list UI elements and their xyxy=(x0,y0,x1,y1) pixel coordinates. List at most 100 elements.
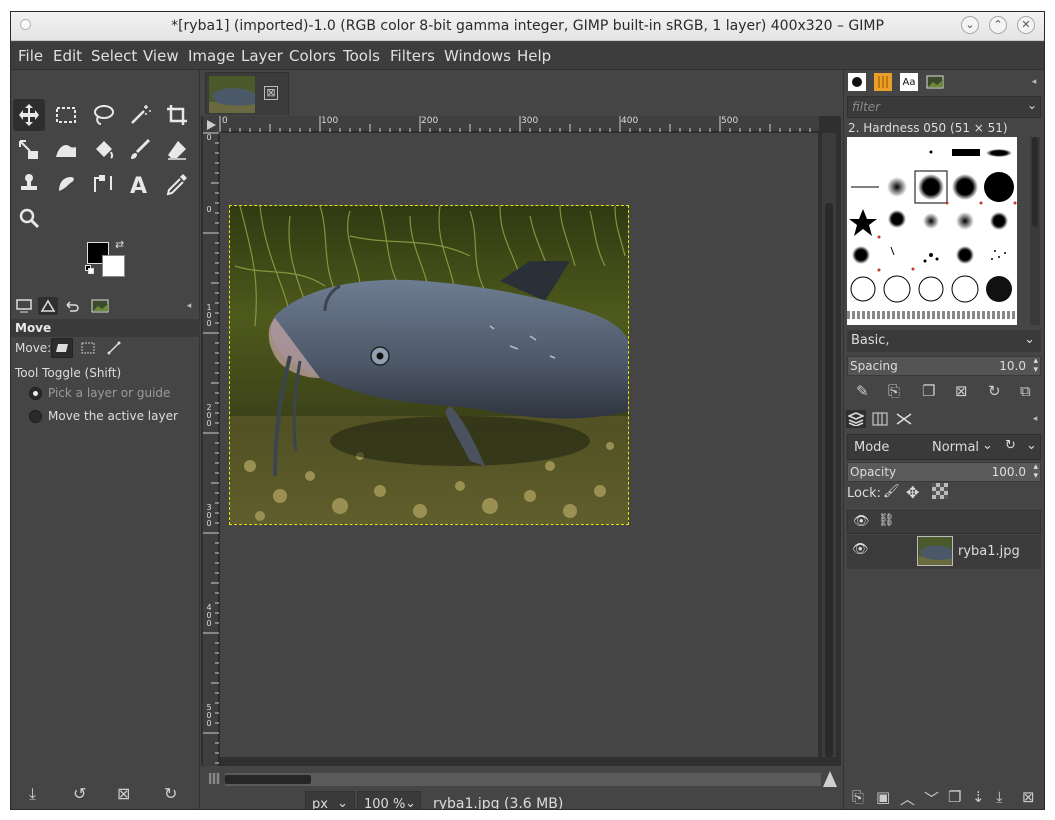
spin-arrows-icon[interactable]: ▴ ▾ xyxy=(1033,357,1038,375)
eraser-icon[interactable] xyxy=(161,134,193,166)
unified-transform-icon[interactable] xyxy=(13,134,45,166)
device-status-tab-icon[interactable] xyxy=(38,297,58,315)
spin-arrows-icon[interactable]: ▴ ▾ xyxy=(1033,463,1038,481)
paintbrush-icon[interactable] xyxy=(124,134,156,166)
text-tool-icon[interactable]: A xyxy=(124,168,156,200)
pick-layer-label[interactable]: Pick a layer or guide xyxy=(48,386,170,400)
undo-history-tab-icon[interactable] xyxy=(62,297,82,315)
brush-grid-scrollbar[interactable] xyxy=(1030,137,1040,325)
merge-layer-icon[interactable]: ⤓ xyxy=(996,788,1003,806)
brush-tag-select[interactable]: Basic, ⌄ xyxy=(847,330,1041,352)
new-layer-icon[interactable]: ⎘ xyxy=(852,788,864,806)
images-tab-icon[interactable] xyxy=(90,297,110,315)
open-brush-icon[interactable]: ⧉ xyxy=(1020,382,1031,400)
bucket-fill-icon[interactable] xyxy=(87,134,119,166)
reset-options-icon[interactable]: ↻ xyxy=(164,784,177,803)
menu-edit[interactable]: Edit xyxy=(53,47,82,65)
move-path-mode-icon[interactable] xyxy=(103,338,125,358)
vertical-ruler[interactable]: 0 0 1 0 0 2 0 0 3 0 0 4 0 0 5 0 0 xyxy=(203,132,219,766)
brushes-tab-icon[interactable] xyxy=(848,73,866,91)
rect-select-icon[interactable] xyxy=(50,99,82,131)
paths-tab-icon[interactable] xyxy=(894,410,914,428)
new-brush-icon[interactable]: ⎘ xyxy=(888,382,900,400)
raise-layer-icon[interactable]: ︿ xyxy=(900,788,915,809)
horizontal-ruler[interactable]: 0 100 200 300 400 500 xyxy=(219,116,819,132)
layer-mode-select[interactable]: Mode Normal ⌄ ↻ ⌄ xyxy=(847,434,1041,460)
layers-tab-icon[interactable] xyxy=(846,410,866,428)
minimize-button[interactable]: ⌄ xyxy=(961,16,979,34)
zoom-icon[interactable] xyxy=(13,202,45,234)
brush-filter-input[interactable]: filter xyxy=(847,96,1041,118)
navigate-icon[interactable] xyxy=(821,770,839,788)
background-color[interactable] xyxy=(102,255,125,277)
vertical-scrollbar[interactable] xyxy=(822,133,836,757)
reset-colors-icon[interactable] xyxy=(85,265,94,274)
configure-tab-icon[interactable]: ◂ xyxy=(1025,73,1043,91)
image-canvas[interactable] xyxy=(220,133,818,757)
anchor-layer-icon[interactable]: ⇣ xyxy=(972,788,985,806)
menu-help[interactable]: Help xyxy=(517,47,551,65)
close-image-icon[interactable]: ⊠ xyxy=(264,86,278,100)
spacing-slider[interactable]: Spacing 10.0 ▴ ▾ xyxy=(847,356,1041,376)
move-tool-icon[interactable] xyxy=(13,99,45,131)
lasso-icon[interactable] xyxy=(87,99,119,131)
smudge-icon[interactable] xyxy=(50,168,82,200)
delete-layer-icon[interactable]: ⊠ xyxy=(1022,788,1035,806)
duplicate-brush-icon[interactable]: ❐ xyxy=(922,382,935,400)
swap-colors-icon[interactable]: ⇄ xyxy=(115,238,124,251)
maximize-button[interactable]: ⌃ xyxy=(989,16,1007,34)
configure-tab-icon[interactable]: ◂ xyxy=(1025,410,1044,428)
move-active-layer-label[interactable]: Move the active layer xyxy=(48,409,178,423)
move-active-layer-radio[interactable] xyxy=(29,410,42,423)
layer-row[interactable]: 👁 ryba1.jpg xyxy=(847,535,1041,569)
lock-alpha-icon[interactable] xyxy=(932,483,948,499)
clone-stamp-icon[interactable] xyxy=(13,168,45,200)
duplicate-layer-icon[interactable]: ❐ xyxy=(948,788,961,806)
brush-grid[interactable] xyxy=(847,137,1017,325)
opacity-slider[interactable]: Opacity 100.0 ▴ ▾ xyxy=(847,462,1041,482)
save-options-icon[interactable]: ⤓ xyxy=(29,784,36,804)
fonts-tab-icon[interactable]: Aa xyxy=(900,73,918,91)
menu-layer[interactable]: Layer xyxy=(241,47,283,65)
menu-tools[interactable]: Tools xyxy=(343,47,380,65)
quick-mask-corner-icon[interactable] xyxy=(203,116,219,132)
chevron-down-icon[interactable]: ⌄ xyxy=(1027,98,1037,112)
layer-name[interactable]: ryba1.jpg xyxy=(958,544,1020,559)
menu-view[interactable]: View xyxy=(143,47,179,65)
menu-select[interactable]: Select xyxy=(91,47,137,65)
catfish-photo[interactable] xyxy=(229,205,629,525)
close-window-button[interactable]: ✕ xyxy=(1017,16,1035,34)
menu-filters[interactable]: Filters xyxy=(390,47,435,65)
menu-windows[interactable]: Windows xyxy=(444,47,511,65)
patterns-tab-icon[interactable] xyxy=(874,73,892,91)
delete-options-icon[interactable]: ⊠ xyxy=(117,784,130,803)
configure-tab-icon[interactable]: ◂ xyxy=(179,297,199,315)
delete-brush-icon[interactable]: ⊠ xyxy=(955,382,968,400)
warp-transform-icon[interactable] xyxy=(50,134,82,166)
horizontal-scrollbar[interactable] xyxy=(225,773,821,786)
navigation-corner-icon[interactable] xyxy=(209,773,220,784)
image-tab[interactable]: ⊠ xyxy=(205,72,289,115)
document-history-tab-icon[interactable] xyxy=(926,73,944,91)
pick-layer-radio[interactable] xyxy=(29,387,42,400)
fuzzy-select-icon[interactable] xyxy=(124,99,156,131)
unit-select[interactable]: px ⌄ xyxy=(305,791,355,809)
restore-options-icon[interactable]: ↺ xyxy=(73,784,86,803)
lock-position-icon[interactable]: ✥ xyxy=(906,483,919,502)
new-layer-group-icon[interactable]: ▣ xyxy=(876,788,890,806)
lower-layer-icon[interactable]: ﹀ xyxy=(924,788,939,809)
menu-file[interactable]: File xyxy=(18,47,43,65)
move-selection-mode-icon[interactable] xyxy=(77,338,99,358)
layer-visibility-eye-icon[interactable]: 👁 xyxy=(852,542,869,557)
refresh-brushes-icon[interactable]: ↻ xyxy=(988,382,1001,400)
chevron-down-icon[interactable]: ⌄ xyxy=(1026,438,1037,453)
zoom-select[interactable]: 100 % ⌄ xyxy=(357,791,421,809)
color-picker-icon[interactable] xyxy=(161,168,193,200)
move-layer-mode-icon[interactable] xyxy=(51,338,73,358)
channels-tab-icon[interactable] xyxy=(870,410,890,428)
tool-options-tab-icon[interactable] xyxy=(14,297,34,315)
paths-icon[interactable] xyxy=(87,168,119,200)
switch-mode-group-icon[interactable]: ↻ xyxy=(1005,438,1016,453)
menu-colors[interactable]: Colors xyxy=(289,47,336,65)
edit-brush-icon[interactable]: ✎ xyxy=(856,382,869,400)
